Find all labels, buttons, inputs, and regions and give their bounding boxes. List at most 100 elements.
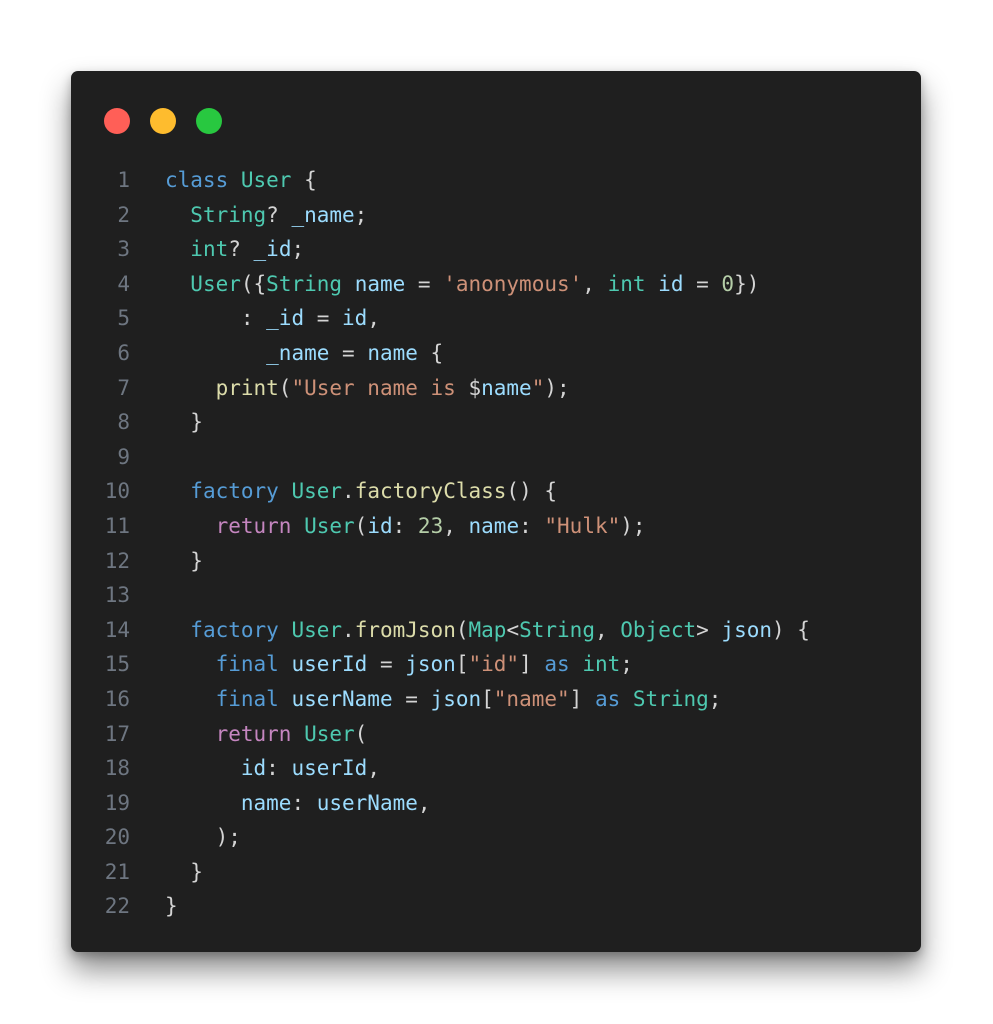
line-source: return User(id: 23, name: "Hulk"); <box>165 509 646 544</box>
line-number: 13 <box>104 583 130 608</box>
code-line: 20 ); <box>71 820 921 855</box>
code-token: { <box>417 340 444 365</box>
code-token: ; <box>620 652 633 677</box>
code-token: $ <box>468 375 482 400</box>
line-number: 2 <box>117 202 130 227</box>
code-token: , <box>367 756 380 781</box>
line-number: 8 <box>117 410 130 435</box>
code-token: . <box>342 479 355 504</box>
code-token: as <box>544 652 570 677</box>
line-number: 11 <box>104 513 130 538</box>
code-token: name <box>240 790 292 815</box>
code-token: = <box>405 271 444 296</box>
code-token: }) <box>734 271 760 296</box>
line-source: print("User name is $name"); <box>165 371 570 406</box>
line-number: 15 <box>104 652 130 677</box>
code-token: : <box>519 513 545 538</box>
code-token: ; <box>291 237 305 262</box>
line-number: 7 <box>117 375 130 400</box>
code-token: } <box>165 859 203 884</box>
code-block: 1 class User {2 String? _name; 3 int? _id;… <box>71 163 921 924</box>
code-line: 13 <box>71 578 921 613</box>
code-token: , <box>417 790 431 815</box>
maximize-dot-icon[interactable] <box>196 108 222 134</box>
code-line: 3 int? _id; <box>71 232 921 267</box>
code-token: ? <box>266 202 292 227</box>
code-token: _name <box>266 340 330 365</box>
code-token: userId <box>291 756 368 781</box>
code-token: { <box>291 168 317 192</box>
line-source: User({String name = 'anonymous', int id … <box>165 267 759 302</box>
line-source: int? _id; <box>165 232 304 267</box>
close-dot-icon[interactable] <box>104 108 130 134</box>
code-token: id <box>240 756 267 781</box>
code-line: 8 } <box>71 405 921 440</box>
code-token: : <box>165 306 267 331</box>
code-token: } <box>165 894 178 919</box>
code-line: 15 final userId = json["id"] as int; <box>71 647 921 682</box>
line-number: 22 <box>104 894 130 919</box>
minimize-dot-icon[interactable] <box>150 108 176 134</box>
code-token: = <box>392 686 431 711</box>
line-source: String? _name; <box>165 198 367 233</box>
line-source: return User( <box>165 717 368 752</box>
code-line: 10 factory User.factoryClass() { <box>71 474 921 509</box>
code-token: json <box>721 617 772 642</box>
code-token: Object <box>620 617 697 642</box>
code-token: 'anonymous' <box>443 271 583 296</box>
line-number: 4 <box>117 271 130 296</box>
code-token: int <box>582 652 621 677</box>
line-source: } <box>165 544 203 579</box>
code-window: 1 class User {2 String? _name; 3 int? _id;… <box>71 71 921 952</box>
code-line: 11 return User(id: 23, name: "Hulk"); <box>71 509 921 544</box>
line-source: } <box>165 889 178 924</box>
code-token: ; <box>354 202 368 227</box>
code-token: String <box>632 686 709 711</box>
code-line: 14 factory User.fromJson(Map<String, Obj… <box>71 613 921 648</box>
code-token: "name" <box>493 686 570 711</box>
code-line: 19 name: userName, <box>71 786 921 821</box>
line-source: class User { <box>165 163 317 198</box>
line-source: final userId = json["id"] as int; <box>165 647 633 682</box>
code-token: 0 <box>721 271 735 296</box>
code-token: ] <box>519 652 545 677</box>
code-line: 18 id: userId, <box>71 751 921 786</box>
code-token: > <box>696 617 722 642</box>
code-line: 22} <box>71 889 921 924</box>
code-token: factory <box>190 479 279 504</box>
code-line: 9 <box>71 440 921 475</box>
code-token: userId <box>291 652 368 677</box>
code-token: [ <box>481 686 494 711</box>
code-token: < <box>506 617 520 642</box>
line-number: 21 <box>104 859 130 884</box>
line-number: 5 <box>117 306 130 331</box>
code-token: = <box>329 340 368 365</box>
code-token: = <box>304 306 343 331</box>
code-token: User <box>304 721 355 746</box>
code-token: factory <box>190 617 279 642</box>
code-token: factoryClass <box>354 479 507 504</box>
line-source: factory User.fromJson(Map<String, Object… <box>165 613 810 648</box>
code-token: ( <box>354 721 368 746</box>
code-token: ); <box>165 825 241 850</box>
code-token: final <box>215 686 279 711</box>
code-token: = <box>683 271 722 296</box>
code-token: name <box>481 375 532 400</box>
code-token: id <box>367 513 393 538</box>
line-source: _name = name { <box>165 336 443 371</box>
code-token: , <box>367 306 380 331</box>
code-token: json <box>405 652 456 677</box>
line-number: 12 <box>104 548 130 573</box>
code-token: int <box>190 237 229 262</box>
code-token: return <box>215 721 292 746</box>
code-token: ) { <box>772 617 810 642</box>
code-token: id <box>658 271 684 296</box>
